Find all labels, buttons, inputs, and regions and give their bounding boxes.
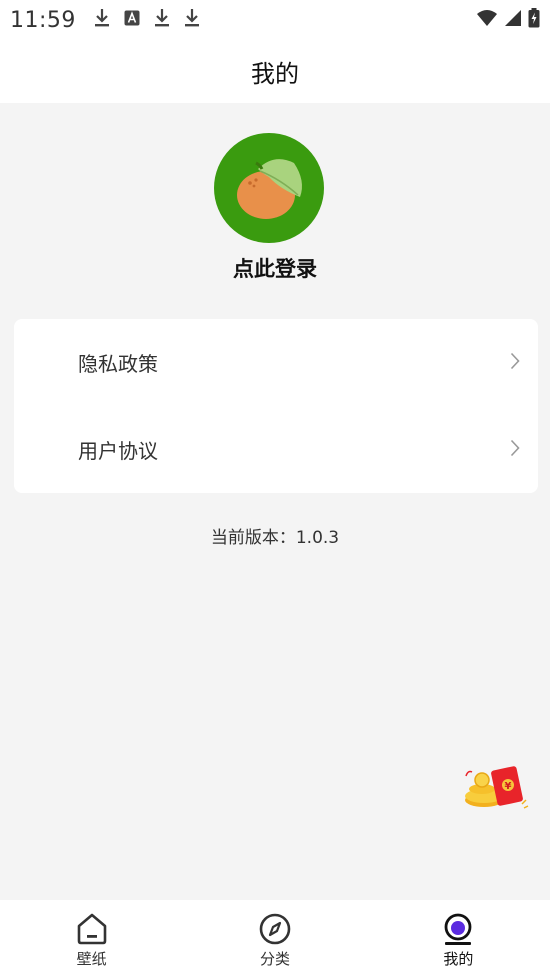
version-text: 当前版本：1.0.3 [210, 528, 340, 548]
wallpaper-icon [77, 913, 106, 945]
tab-label: 壁纸 [76, 950, 107, 968]
menu-card: 隐私政策 用户协议 [14, 319, 538, 493]
header: 我的 [0, 40, 550, 103]
chevron-right-icon [510, 439, 520, 461]
orange-fruit-icon [237, 159, 302, 219]
menu-item-label: 隐私政策 [78, 352, 158, 376]
red-packet-button[interactable]: ¥ [462, 764, 530, 812]
menu-item-label: 用户协议 [78, 439, 158, 463]
download-icon [94, 8, 110, 32]
page-title: 我的 [251, 60, 299, 88]
tab-label: 分类 [259, 950, 290, 968]
signal-icon [504, 9, 522, 31]
download-icon [184, 8, 200, 32]
profile-icon [444, 913, 472, 945]
system-icons [476, 8, 540, 32]
notification-icons [94, 8, 200, 32]
battery-charging-icon [528, 8, 540, 32]
menu-item-privacy-policy[interactable]: 隐私政策 [14, 319, 538, 406]
tab-label: 我的 [443, 950, 474, 968]
status-time: 11:59 [10, 7, 76, 33]
avatar[interactable] [214, 133, 324, 243]
menu-item-user-agreement[interactable]: 用户协议 [14, 406, 538, 493]
login-link[interactable]: 点此登录 [0, 253, 550, 283]
bottom-tab-bar: 壁纸 分类 我的 [0, 900, 550, 976]
tab-category[interactable]: 分类 [183, 900, 366, 976]
svg-text:¥: ¥ [505, 781, 512, 792]
profile-section: 点此登录 [0, 103, 550, 303]
wifi-icon [476, 9, 498, 31]
compass-icon [259, 913, 291, 945]
tab-wallpaper[interactable]: 壁纸 [0, 900, 183, 976]
status-bar: 11:59 [0, 0, 550, 40]
download-icon [154, 8, 170, 32]
a-box-icon [124, 10, 140, 30]
tab-mine[interactable]: 我的 [367, 900, 550, 976]
red-packet-icon: ¥ [465, 766, 529, 809]
chevron-right-icon [510, 352, 520, 374]
